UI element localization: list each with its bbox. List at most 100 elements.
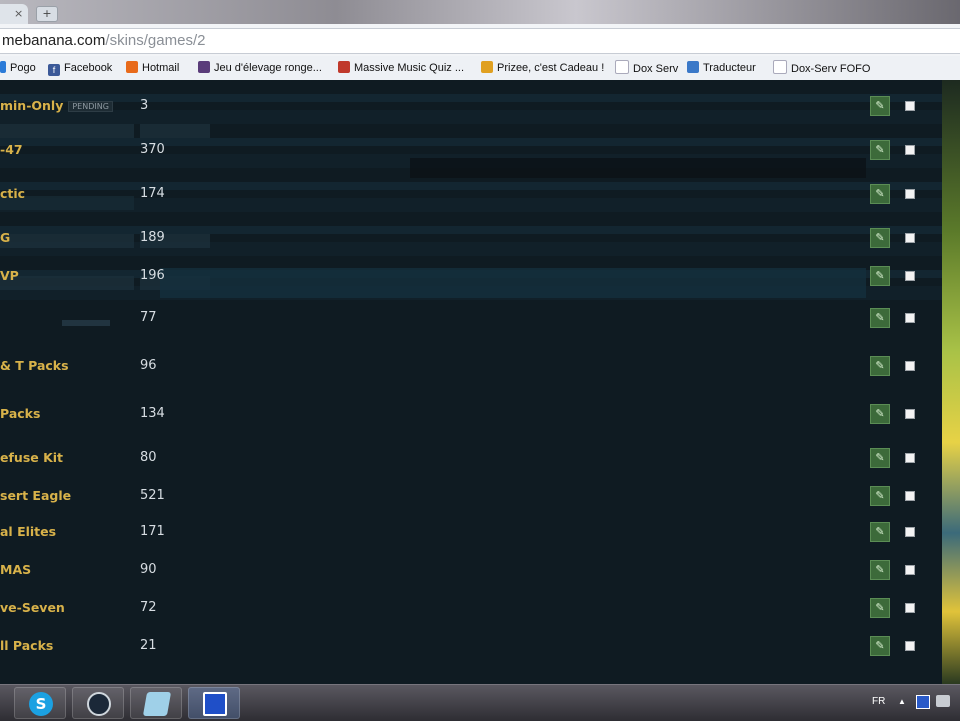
steam-icon <box>87 692 111 716</box>
bookmark-pogo[interactable]: Pogo <box>0 60 36 76</box>
tab-close-icon[interactable]: × <box>14 7 23 20</box>
category-name[interactable]: ctic <box>0 184 25 204</box>
pending-badge: PENDING <box>68 101 113 112</box>
bookmark-game[interactable]: Jeu d'élevage ronge... <box>198 60 322 76</box>
category-name[interactable]: al Elites <box>0 522 56 542</box>
category-name[interactable]: Packs <box>0 404 40 424</box>
bookmarks-bar: Pogo f Facebook Hotmail Jeu d'élevage ron… <box>0 56 960 81</box>
bookmark-facebook[interactable]: f Facebook <box>48 60 112 76</box>
table-row[interactable]: sert Eagle 521 ✎ <box>0 486 942 506</box>
bookmark-traducteur[interactable]: Traducteur <box>687 60 756 76</box>
tray-expand-icon[interactable]: ▲ <box>898 697 906 706</box>
speaker-icon[interactable] <box>936 695 950 707</box>
address-bar[interactable]: mebanana.com/skins/games/2 <box>0 28 960 54</box>
category-name[interactable]: ll Packs <box>0 636 53 656</box>
bookmark-dox-serv-fofo[interactable]: Dox-Serv FOFO <box>773 60 870 76</box>
row-checkbox[interactable] <box>905 101 915 111</box>
table-row[interactable]: ctic 174 ✎ <box>0 184 942 204</box>
table-row[interactable]: efuse Kit 80 ✎ <box>0 448 942 468</box>
taskbar-skype[interactable]: S <box>14 687 66 719</box>
name-placeholder-bar <box>62 320 110 326</box>
taskbar-file-app[interactable] <box>130 687 182 719</box>
skin-count: 174 <box>140 186 165 201</box>
category-name[interactable]: G <box>0 228 10 248</box>
wrench-icon[interactable]: ✎ <box>870 486 890 506</box>
skin-count: 171 <box>140 524 165 539</box>
skins-list-page: min-Only PENDING 3 ✎ -47 370 ✎ ctic 174 ✎… <box>0 80 942 684</box>
category-name[interactable]: -47 <box>0 140 23 160</box>
bookmark-prizee[interactable]: Prizee, c'est Cadeau ! <box>481 60 604 76</box>
skin-count: 72 <box>140 600 157 615</box>
app-icon <box>203 692 227 716</box>
skin-count: 96 <box>140 358 157 373</box>
skin-count: 189 <box>140 230 165 245</box>
category-name[interactable]: min-Only PENDING <box>0 96 113 117</box>
quiz-icon <box>338 61 350 73</box>
category-name[interactable]: ve-Seven <box>0 598 65 618</box>
table-row[interactable]: Packs 134 ✎ <box>0 404 942 424</box>
row-checkbox[interactable] <box>905 313 915 323</box>
table-row[interactable]: -47 370 ✎ <box>0 140 942 160</box>
table-row[interactable]: G 189 ✎ <box>0 228 942 248</box>
category-name[interactable]: efuse Kit <box>0 448 63 468</box>
wrench-icon[interactable]: ✎ <box>870 636 890 656</box>
language-indicator[interactable]: FR <box>872 696 885 707</box>
category-name[interactable]: sert Eagle <box>0 486 71 506</box>
table-row[interactable]: 77 ✎ <box>0 308 942 328</box>
row-checkbox[interactable] <box>905 233 915 243</box>
wrench-icon[interactable]: ✎ <box>870 96 890 116</box>
table-row[interactable]: MAS 90 ✎ <box>0 560 942 580</box>
table-row[interactable]: VP 196 ✎ <box>0 266 942 286</box>
new-tab-button[interactable]: + <box>36 6 58 22</box>
wrench-icon[interactable]: ✎ <box>870 522 890 542</box>
category-name[interactable]: & T Packs <box>0 356 69 376</box>
game-icon <box>198 61 210 73</box>
row-checkbox[interactable] <box>905 491 915 501</box>
gift-icon <box>481 61 493 73</box>
taskbar-active-app[interactable] <box>188 687 240 719</box>
row-checkbox[interactable] <box>905 527 915 537</box>
wrench-icon[interactable]: ✎ <box>870 560 890 580</box>
skin-count: 90 <box>140 562 157 577</box>
bookmark-music-quiz[interactable]: Massive Music Quiz ... <box>338 60 464 76</box>
page-icon <box>615 60 629 74</box>
table-row[interactable]: al Elites 171 ✎ <box>0 522 942 542</box>
row-checkbox[interactable] <box>905 641 915 651</box>
wrench-icon[interactable]: ✎ <box>870 266 890 286</box>
wrench-icon[interactable]: ✎ <box>870 404 890 424</box>
table-row[interactable]: min-Only PENDING 3 ✎ <box>0 96 942 116</box>
skin-count: 77 <box>140 310 157 325</box>
skin-count: 521 <box>140 488 165 503</box>
skin-count: 134 <box>140 406 165 421</box>
pogo-icon <box>0 61 6 73</box>
taskbar: S FR ▲ <box>0 684 960 721</box>
row-checkbox[interactable] <box>905 453 915 463</box>
wrench-icon[interactable]: ✎ <box>870 308 890 328</box>
wrench-icon[interactable]: ✎ <box>870 184 890 204</box>
table-row[interactable]: & T Packs 96 ✎ <box>0 356 942 376</box>
bookmark-dox-serv[interactable]: Dox Serv <box>615 60 678 76</box>
wrench-icon[interactable]: ✎ <box>870 448 890 468</box>
wrench-icon[interactable]: ✎ <box>870 228 890 248</box>
wrench-icon[interactable]: ✎ <box>870 140 890 160</box>
skin-count: 80 <box>140 450 157 465</box>
tray-app-icon[interactable] <box>916 695 930 709</box>
wrench-icon[interactable]: ✎ <box>870 356 890 376</box>
category-name[interactable]: MAS <box>0 560 31 580</box>
skin-count: 370 <box>140 142 165 157</box>
row-checkbox[interactable] <box>905 603 915 613</box>
row-checkbox[interactable] <box>905 361 915 371</box>
category-name[interactable]: VP <box>0 266 19 286</box>
skin-count: 196 <box>140 268 165 283</box>
bookmark-hotmail[interactable]: Hotmail <box>126 60 179 76</box>
browser-tab[interactable]: × <box>0 4 28 24</box>
table-row[interactable]: ll Packs 21 ✎ <box>0 636 942 656</box>
row-checkbox[interactable] <box>905 145 915 155</box>
wrench-icon[interactable]: ✎ <box>870 598 890 618</box>
table-row[interactable]: ve-Seven 72 ✎ <box>0 598 942 618</box>
row-checkbox[interactable] <box>905 189 915 199</box>
row-checkbox[interactable] <box>905 565 915 575</box>
row-checkbox[interactable] <box>905 271 915 281</box>
taskbar-steam[interactable] <box>72 687 124 719</box>
row-checkbox[interactable] <box>905 409 915 419</box>
